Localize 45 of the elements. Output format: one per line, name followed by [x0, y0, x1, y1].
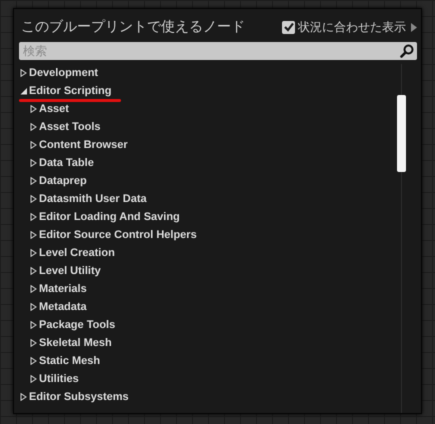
collapsed-triangle-icon[interactable] — [30, 213, 37, 221]
arrow-icon[interactable] — [411, 22, 417, 32]
collapsed-triangle-icon[interactable] — [20, 393, 27, 401]
tree-item[interactable]: Asset Tools — [19, 118, 401, 136]
collapsed-triangle-icon[interactable] — [30, 159, 37, 167]
search-field[interactable]: 検索 — [19, 42, 417, 60]
collapsed-triangle-icon[interactable] — [30, 195, 37, 203]
toggle-label[interactable]: 状況に合わせた表示 — [298, 18, 406, 36]
search-icon — [400, 44, 414, 58]
collapsed-triangle-icon[interactable] — [30, 357, 37, 365]
collapsed-triangle-icon[interactable] — [30, 105, 37, 113]
tree-item[interactable]: Data Table — [19, 154, 401, 172]
tree-item[interactable]: Dataprep — [19, 172, 401, 190]
tree-item[interactable]: Editor Loading And Saving — [19, 208, 401, 226]
tree-item[interactable]: Editor Scripting — [19, 82, 401, 100]
collapsed-triangle-icon[interactable] — [30, 141, 37, 149]
collapsed-triangle-icon[interactable] — [30, 303, 37, 311]
tree-item[interactable]: Level Utility — [19, 262, 401, 280]
tree-item[interactable]: Package Tools — [19, 316, 401, 334]
collapsed-triangle-icon[interactable] — [30, 123, 37, 131]
scrollbar-thumb[interactable] — [397, 95, 406, 172]
tree-item[interactable]: Editor Source Control Helpers — [19, 226, 401, 244]
collapsed-triangle-icon[interactable] — [20, 69, 27, 77]
checkbox[interactable] — [282, 20, 295, 34]
tree-item[interactable]: Content Browser — [19, 136, 401, 154]
tree-item[interactable]: Metadata — [19, 298, 401, 316]
tree-item[interactable]: Development — [19, 64, 401, 82]
collapsed-triangle-icon[interactable] — [30, 339, 37, 347]
tree-item[interactable]: Editor Subsystems — [19, 388, 401, 406]
expanded-triangle-icon[interactable] — [20, 87, 27, 95]
collapsed-triangle-icon[interactable] — [30, 249, 37, 257]
collapsed-triangle-icon[interactable] — [30, 267, 37, 275]
tree-item[interactable]: Materials — [19, 280, 401, 298]
panel-title: このブループリントで使えるノード — [20, 18, 245, 36]
collapsed-triangle-icon[interactable] — [30, 177, 37, 185]
collapsed-triangle-icon[interactable] — [30, 321, 37, 329]
tree-item[interactable]: Asset — [19, 100, 401, 118]
tree-item[interactable]: Datasmith User Data — [19, 190, 401, 208]
collapsed-triangle-icon[interactable] — [30, 375, 37, 383]
collapsed-triangle-icon[interactable] — [30, 285, 37, 293]
tree-item[interactable]: Level Creation — [19, 244, 401, 262]
tree-item[interactable]: Utilities — [19, 370, 401, 388]
collapsed-triangle-icon[interactable] — [30, 231, 37, 239]
tree-item[interactable]: Skeletal Mesh — [19, 334, 401, 352]
tree-item[interactable]: Static Mesh — [19, 352, 401, 370]
